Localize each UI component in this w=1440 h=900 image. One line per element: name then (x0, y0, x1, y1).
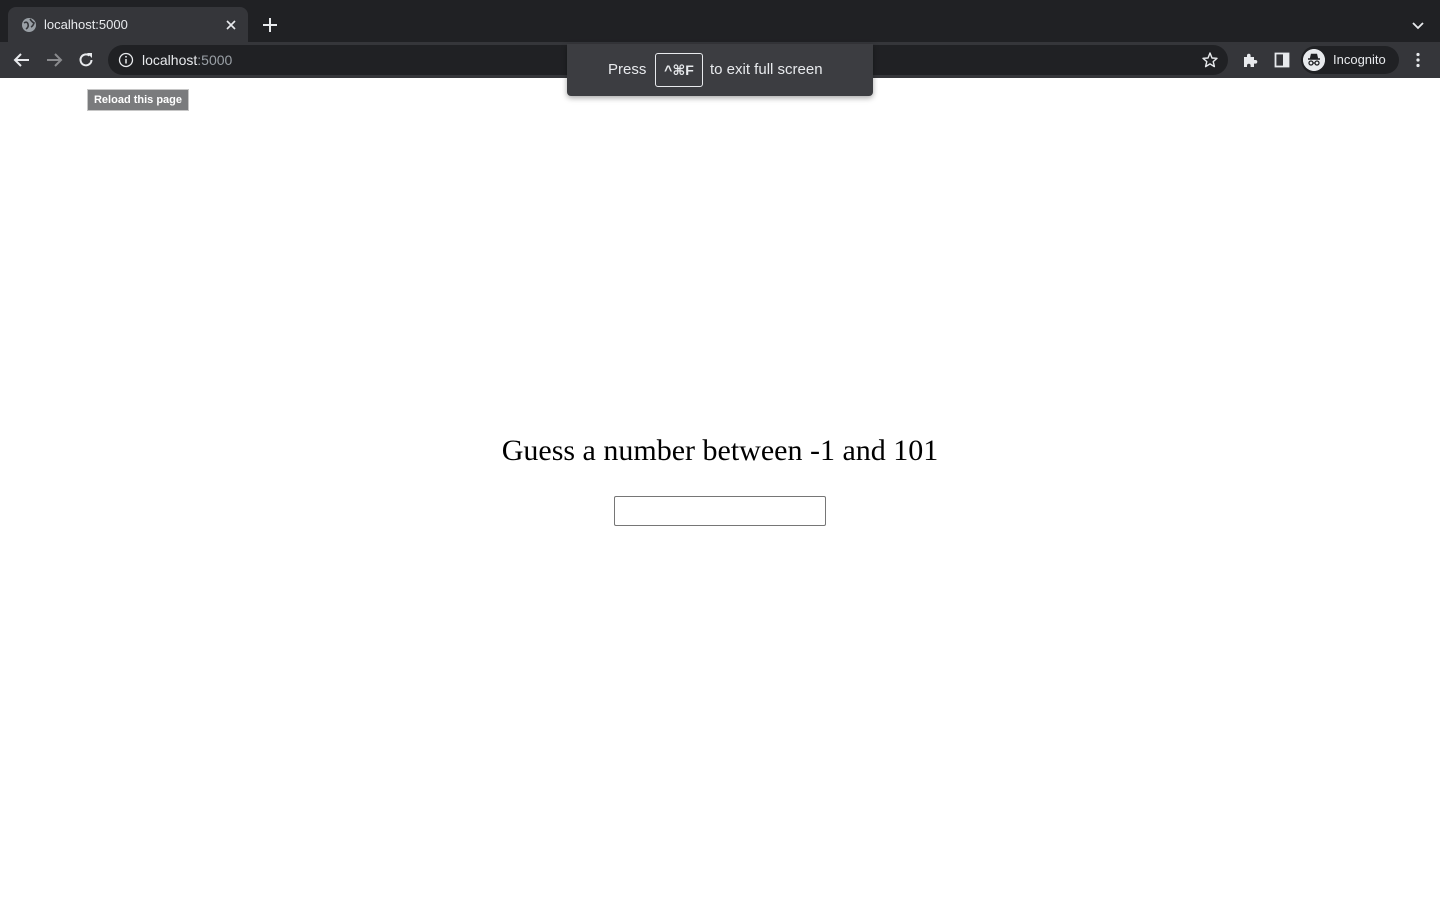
tab-strip: localhost:5000 (0, 0, 1440, 42)
reload-tooltip: Reload this page (87, 89, 189, 111)
page-heading: Guess a number between -1 and 101 (501, 434, 939, 467)
url-text: localhost:5000 (142, 52, 232, 68)
side-panel-icon (1274, 52, 1290, 68)
fullscreen-press-text: Press (608, 61, 647, 78)
incognito-icon (1303, 49, 1325, 71)
globe-icon (22, 18, 36, 32)
chevron-down-icon[interactable] (1408, 15, 1428, 35)
url-host: localhost (142, 52, 198, 68)
puzzle-icon (1244, 53, 1258, 67)
guess-input[interactable] (614, 496, 826, 526)
side-panel-button[interactable] (1270, 48, 1294, 72)
fullscreen-exit-bubble: Press ^⌘F to exit full screen (567, 44, 873, 96)
info-icon[interactable] (118, 52, 134, 68)
close-icon[interactable] (223, 17, 239, 33)
reload-button[interactable] (74, 48, 98, 72)
plus-icon[interactable] (260, 15, 280, 35)
arrow-left-icon (13, 53, 29, 67)
kebab-menu-icon (1416, 52, 1420, 68)
browser-tab[interactable]: localhost:5000 (8, 7, 248, 42)
browser-menu-button[interactable] (1406, 48, 1430, 72)
back-button[interactable] (10, 48, 34, 72)
url-port: :5000 (197, 52, 233, 68)
extensions-button[interactable] (1238, 48, 1262, 72)
fullscreen-exit-text: to exit full screen (710, 61, 823, 78)
fullscreen-shortcut-key: ^⌘F (655, 53, 703, 87)
profile-label: Incognito (1333, 52, 1386, 67)
tab-title: localhost:5000 (44, 17, 128, 32)
star-icon[interactable] (1201, 51, 1219, 69)
profile-chip[interactable]: Incognito (1301, 46, 1399, 74)
reload-icon (79, 53, 93, 67)
forward-button[interactable] (42, 48, 66, 72)
arrow-right-icon (47, 53, 63, 67)
